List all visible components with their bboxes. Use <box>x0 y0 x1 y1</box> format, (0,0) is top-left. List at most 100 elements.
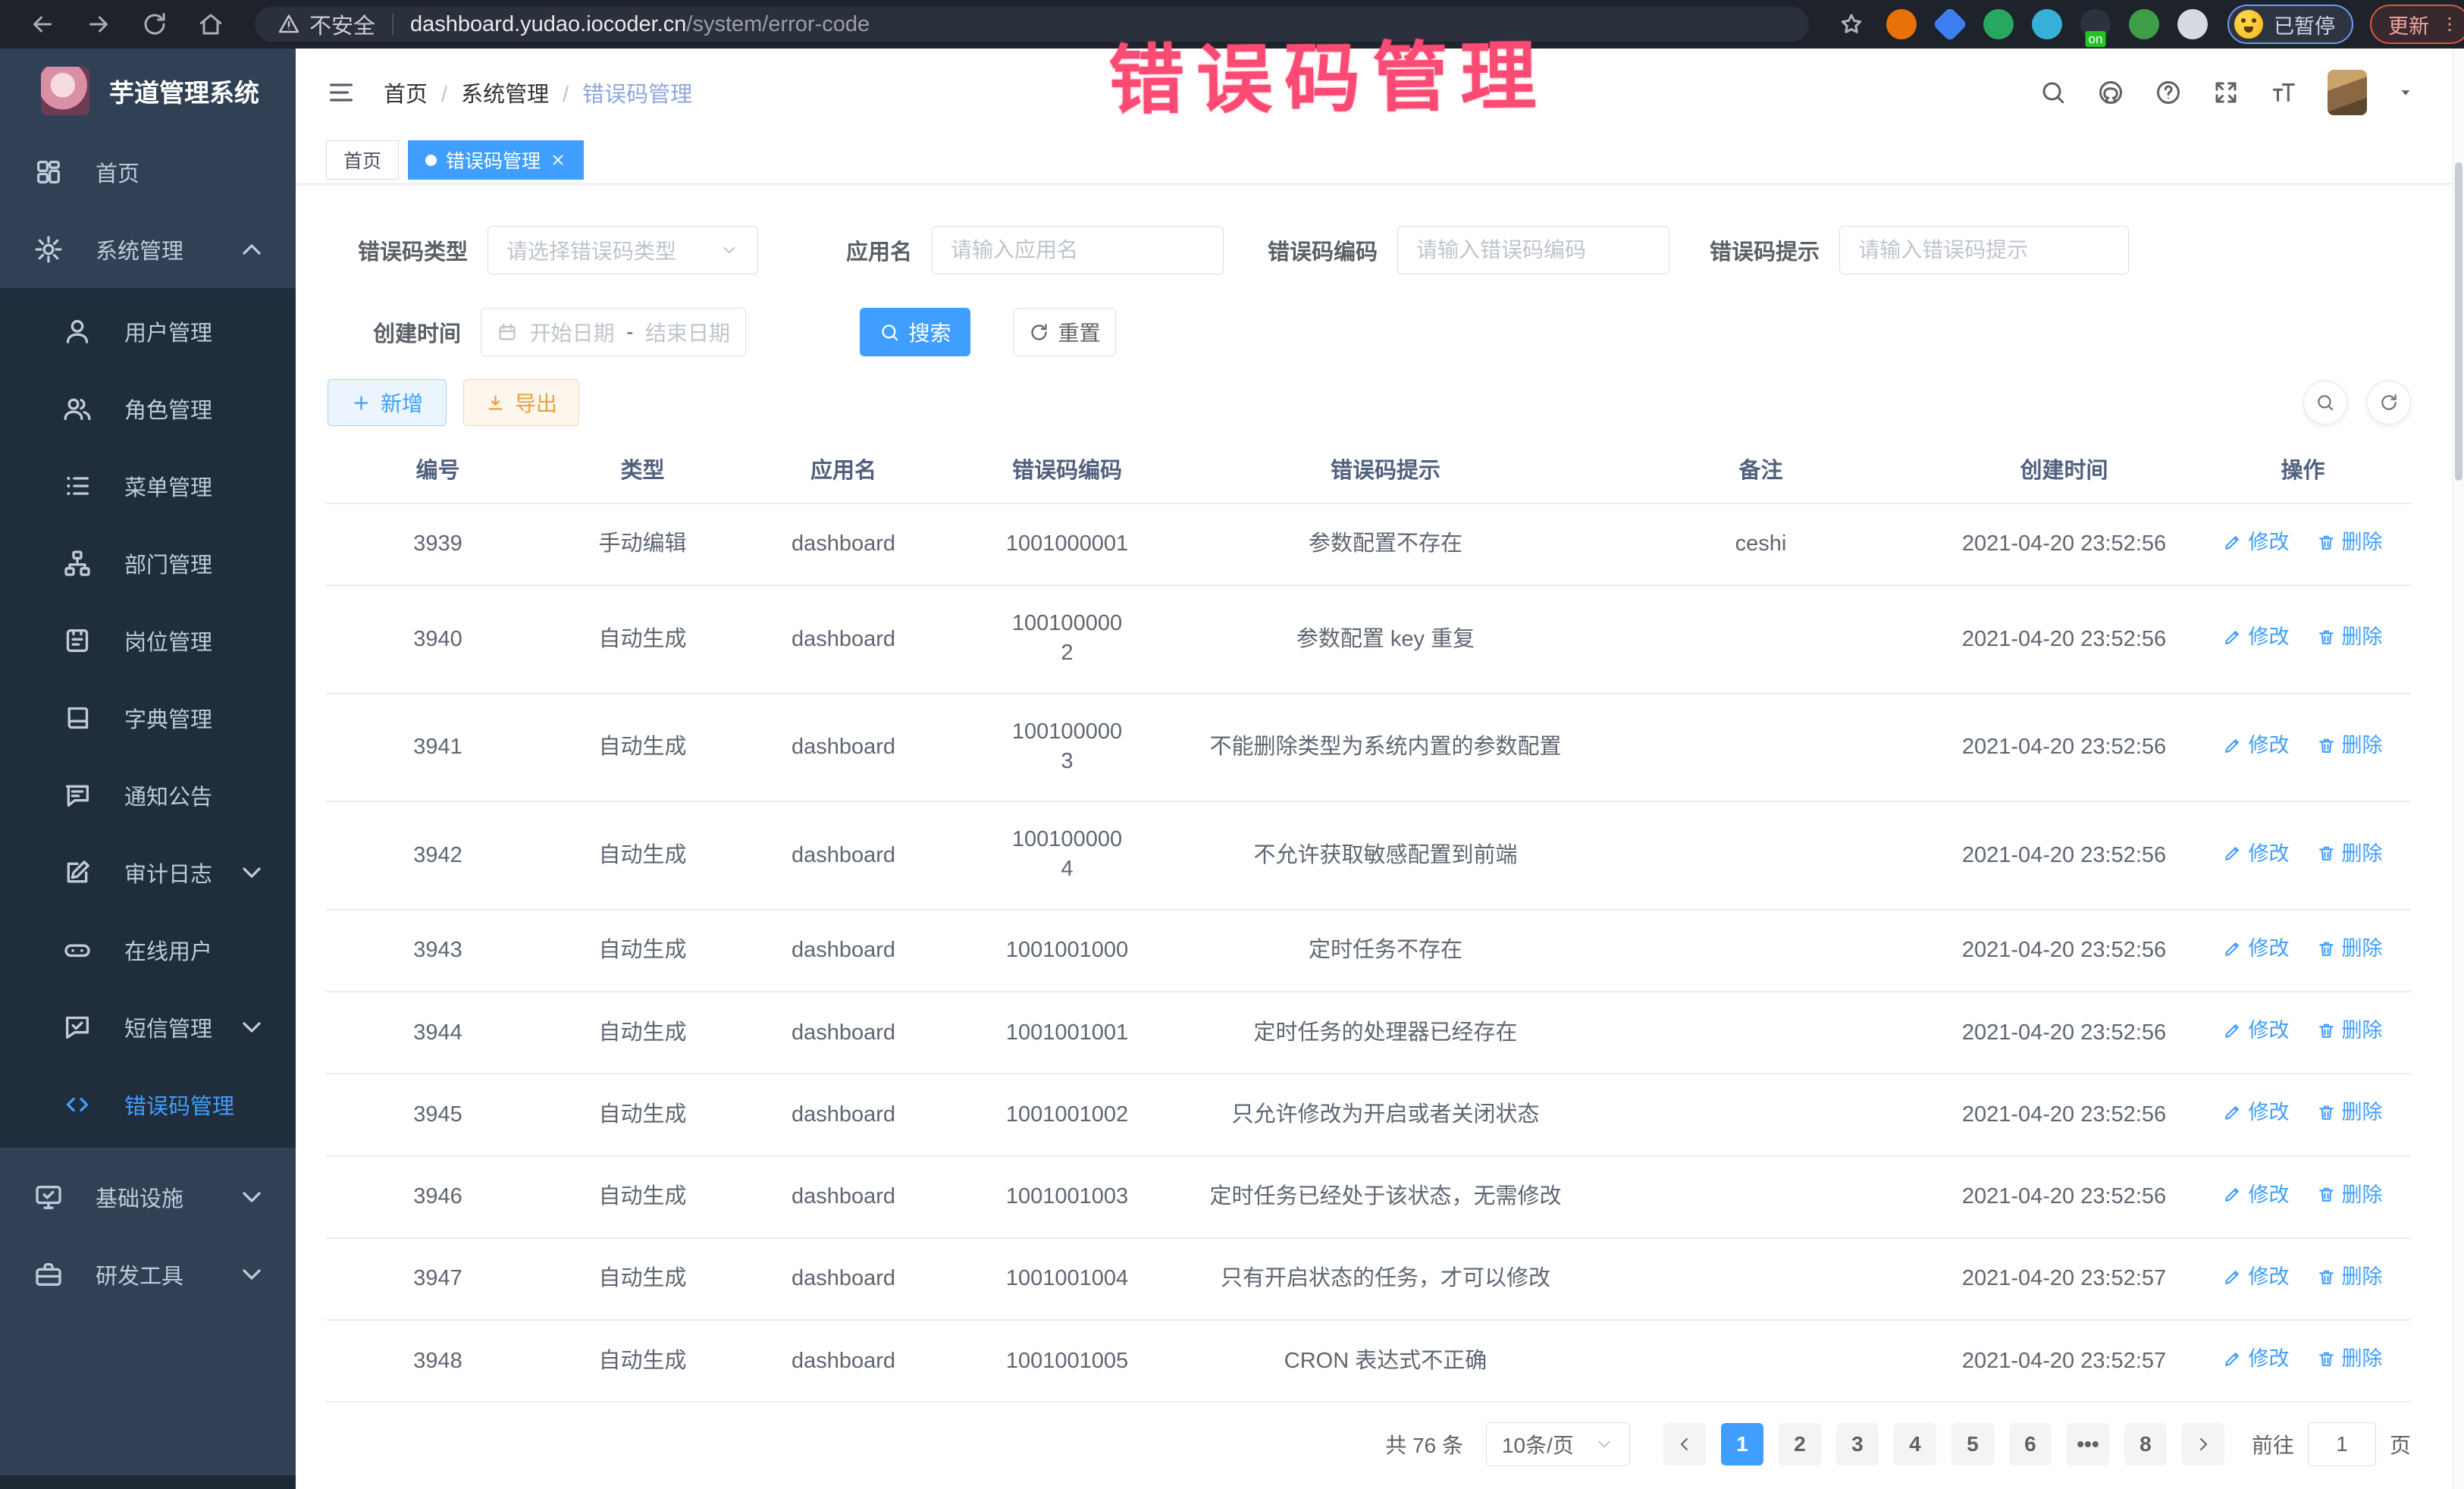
sidebar-item-home[interactable]: 首页 <box>0 133 296 211</box>
end-date-placeholder[interactable]: 结束日期 <box>645 317 730 347</box>
cell-error-code: 1001001001 <box>951 992 1183 1074</box>
font-size-icon[interactable] <box>2270 79 2297 106</box>
error-code-input[interactable] <box>1397 226 1669 274</box>
edit-link[interactable]: 修改 <box>2223 839 2289 870</box>
page-3[interactable]: 3 <box>1836 1423 1879 1465</box>
error-msg-input[interactable] <box>1839 226 2129 274</box>
sidebar-item-post-management[interactable]: 岗位管理 <box>0 602 296 679</box>
delete-link[interactable]: 删除 <box>2317 1343 2383 1375</box>
sidebar-item-audit-log[interactable]: 审计日志 <box>0 834 296 911</box>
create-time-label: 创建时间 <box>373 316 481 348</box>
create-time-range-picker[interactable]: 开始日期 - 结束日期 <box>481 308 746 356</box>
sidebar-item-user-management[interactable]: 用户管理 <box>0 293 296 370</box>
edit-link[interactable]: 修改 <box>2223 622 2289 653</box>
page-size-select[interactable]: 10条/页 <box>1486 1422 1630 1466</box>
github-icon[interactable] <box>2097 79 2124 106</box>
browser-menu-icon[interactable] <box>2440 14 2459 34</box>
delete-link[interactable]: 删除 <box>2317 527 2383 558</box>
extension-recorder-icon[interactable]: on <box>2080 9 2111 39</box>
goto-page-input[interactable]: 1 <box>2308 1422 2376 1466</box>
profile-pill[interactable]: 已暂停 <box>2227 5 2353 44</box>
edit-link[interactable]: 修改 <box>2223 1180 2289 1211</box>
app-name-input[interactable] <box>932 226 1224 274</box>
search-button[interactable]: 搜索 <box>860 308 970 356</box>
user-avatar[interactable] <box>2328 70 2367 115</box>
delete-link[interactable]: 删除 <box>2317 933 2383 964</box>
gamepad-icon <box>62 935 92 965</box>
page-4[interactable]: 4 <box>1894 1423 1936 1465</box>
edit-link[interactable]: 修改 <box>2223 730 2289 761</box>
delete-link[interactable]: 删除 <box>2317 1097 2383 1128</box>
extension-blue-gem-icon[interactable] <box>1933 7 1967 42</box>
browser-home-icon[interactable] <box>197 11 224 38</box>
cell-error-code: 1001000002 <box>951 585 1183 694</box>
cell-error-msg: 参数配置 key 重复 <box>1183 585 1588 694</box>
sidebar-item-dict-management[interactable]: 字典管理 <box>0 679 296 757</box>
extension-green-circle-icon[interactable] <box>1983 9 2014 39</box>
reset-button[interactable]: 重置 <box>1013 308 1116 356</box>
delete-link[interactable]: 删除 <box>2317 1262 2383 1293</box>
breadcrumb-system-management[interactable]: 系统管理 <box>461 83 549 107</box>
delete-link[interactable]: 删除 <box>2317 1015 2383 1046</box>
error-code-type-select[interactable]: 请选择错误码类型 <box>487 226 758 274</box>
breadcrumb-error-code-management[interactable]: 错误码管理 <box>582 83 692 107</box>
window-scrollbar[interactable] <box>2453 49 2464 1489</box>
start-date-placeholder[interactable]: 开始日期 <box>530 317 615 347</box>
sidebar-item-online-users[interactable]: 在线用户 <box>0 911 296 989</box>
caret-down-icon[interactable] <box>2397 84 2414 101</box>
prev-page-button[interactable] <box>1663 1423 1706 1465</box>
hamburger-icon[interactable] <box>326 77 356 108</box>
extension-grid-icon[interactable] <box>2032 9 2062 39</box>
sidebar-item-sms-management[interactable]: 短信管理 <box>0 989 296 1066</box>
delete-link[interactable]: 删除 <box>2317 622 2383 653</box>
edit-link[interactable]: 修改 <box>2223 1015 2289 1046</box>
refresh-table-button[interactable] <box>2367 381 2411 425</box>
delete-link[interactable]: 删除 <box>2317 730 2383 761</box>
url-bar[interactable]: 不安全 dashboard.yudao.iocoder.cn/system/er… <box>255 7 1809 42</box>
scrollbar-thumb[interactable] <box>2455 162 2462 481</box>
edit-link[interactable]: 修改 <box>2223 1097 2289 1128</box>
sidebar-item-dev-tools[interactable]: 研发工具 <box>0 1236 296 1313</box>
add-button[interactable]: 新增 <box>328 379 447 426</box>
fullscreen-icon[interactable] <box>2212 79 2240 106</box>
browser-update-button[interactable]: 更新 <box>2370 5 2464 44</box>
delete-link[interactable]: 删除 <box>2317 1180 2383 1211</box>
page-1[interactable]: 1 <box>1721 1423 1763 1465</box>
export-button[interactable]: 导出 <box>463 379 579 426</box>
tab-error-code-management[interactable]: 错误码管理 <box>408 140 584 180</box>
edit-link[interactable]: 修改 <box>2223 527 2289 558</box>
page-2[interactable]: 2 <box>1779 1423 1821 1465</box>
breadcrumb-home[interactable]: 首页 <box>384 83 428 107</box>
edit-link[interactable]: 修改 <box>2223 1262 2289 1293</box>
pager-ellipsis[interactable]: ••• <box>2067 1423 2109 1465</box>
back-icon[interactable] <box>29 11 56 38</box>
forward-icon[interactable] <box>85 11 112 38</box>
edit-link[interactable]: 修改 <box>2223 1343 2289 1375</box>
tab-home[interactable]: 首页 <box>326 140 399 180</box>
sidebar-item-system-management[interactable]: 系统管理 <box>0 211 296 288</box>
extension-orange-icon[interactable] <box>1886 9 1917 39</box>
sidebar-item-dept-management[interactable]: 部门管理 <box>0 525 296 602</box>
extension-key-icon[interactable] <box>2129 9 2159 39</box>
extension-puzzle-icon[interactable] <box>2177 9 2208 39</box>
close-icon[interactable] <box>550 152 566 168</box>
app-logo[interactable]: 芋道管理系统 <box>0 49 296 133</box>
sidebar-item-infrastructure[interactable]: 基础设施 <box>0 1158 296 1236</box>
reload-icon[interactable] <box>141 11 168 38</box>
edit-link[interactable]: 修改 <box>2223 933 2289 964</box>
trash-icon <box>2317 1185 2336 1204</box>
sidebar-item-menu-management[interactable]: 菜单管理 <box>0 447 296 525</box>
page-6[interactable]: 6 <box>2009 1423 2052 1465</box>
help-icon[interactable] <box>2155 79 2182 106</box>
sidebar-item-error-code-management[interactable]: 错误码管理 <box>0 1066 296 1143</box>
sidebar-item-notice[interactable]: 通知公告 <box>0 757 296 834</box>
bookmark-star-icon[interactable] <box>1838 11 1865 38</box>
next-page-button[interactable] <box>2182 1423 2224 1465</box>
delete-link[interactable]: 删除 <box>2317 839 2383 870</box>
page-5[interactable]: 5 <box>1951 1423 1994 1465</box>
search-icon[interactable] <box>2039 79 2067 106</box>
page-8[interactable]: 8 <box>2124 1423 2167 1465</box>
toggle-search-button[interactable] <box>2303 381 2347 425</box>
not-secure-warning-icon[interactable] <box>277 13 300 36</box>
sidebar-item-role-management[interactable]: 角色管理 <box>0 370 296 447</box>
